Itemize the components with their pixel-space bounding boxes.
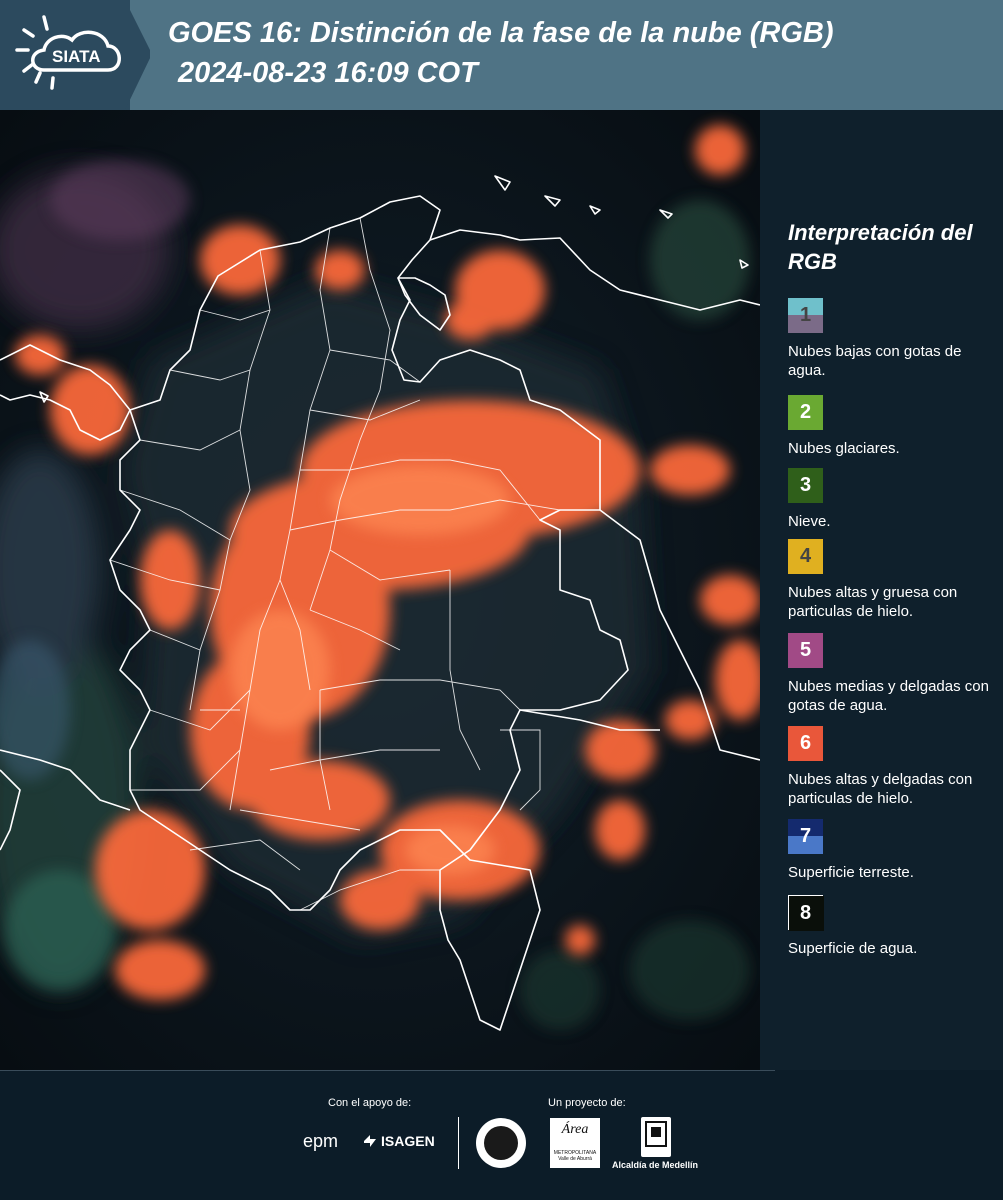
support-label: Con el apoyo de: [328, 1097, 412, 1109]
legend-number: 6 [799, 732, 812, 754]
legend-text: Nubes altas y delgadas con particulas de… [788, 771, 973, 807]
legend-item-6: 6 Nubes altas y delgadas con particulas … [788, 726, 1000, 808]
page-title: GOES 16: Distinción de la fase de la nub… [168, 17, 834, 49]
isagen-text: ISAGEN [381, 1133, 435, 1149]
legend-item-2: 2 Nubes glaciares. [788, 395, 1000, 458]
logo-text: SIATA [52, 47, 100, 66]
isagen-logo: ISAGEN [362, 1133, 435, 1149]
legend-number: 1 [799, 304, 812, 326]
legend-number: 5 [799, 639, 812, 661]
legend-item-3: 3 Nieve. [788, 468, 1000, 531]
isagen-icon [364, 1135, 376, 1147]
alcaldia-shield-icon [641, 1117, 671, 1157]
siata-logo: SIATA [0, 0, 150, 110]
legend-number: 3 [799, 474, 812, 496]
area-logo-text: Área [561, 1122, 589, 1137]
legend-text: Superficie terreste. [788, 864, 914, 881]
legend-text: Nieve. [788, 513, 831, 530]
legend-item-4: 4 Nubes altas y gruesa con particulas de… [788, 539, 1000, 621]
satellite-map[interactable] [0, 110, 760, 1070]
footer-separator [458, 1117, 459, 1169]
legend-number: 2 [799, 401, 812, 423]
legend-swatch-5: 5 [788, 633, 823, 668]
legend-text: Nubes medias y delgadas con gotas de agu… [788, 678, 989, 714]
legend-swatch-4: 4 [788, 539, 823, 574]
legend-text: Nubes glaciares. [788, 440, 900, 457]
page-datetime: 2024-08-23 16:09 COT [178, 57, 478, 89]
legend-number: 8 [799, 902, 812, 924]
university-seal-icon [476, 1118, 526, 1168]
area-logo-subtext: METROPOLITANA Valle de Aburrá [553, 1150, 597, 1162]
legend-number: 7 [799, 825, 812, 847]
footer: Con el apoyo de: Un proyecto de: epm ISA… [0, 1070, 1003, 1200]
legend-item-7: 7 Superficie terreste. [788, 819, 1000, 882]
legend-swatch-6: 6 [788, 726, 823, 761]
footer-divider-line [0, 1070, 775, 1071]
legend-title: Interpretación del RGB [788, 220, 973, 274]
legend-number: 4 [799, 545, 812, 567]
legend-text: Superficie de agua. [788, 940, 918, 957]
legend-panel: Interpretación del RGB 1 Nubes bajas con… [760, 110, 1003, 1070]
legend-item-8: 8 Superficie de agua. [788, 895, 1000, 958]
legend-item-5: 5 Nubes medias y delgadas con gotas de a… [788, 633, 1000, 715]
header: SIATA GOES 16: Distinción de la fase de … [0, 0, 1003, 110]
legend-swatch-1: 1 [788, 298, 823, 333]
legend-swatch-8: 8 [788, 895, 824, 931]
epm-logo: epm [303, 1131, 339, 1151]
legend-text: Nubes altas y gruesa con particulas de h… [788, 584, 958, 620]
legend-swatch-3: 3 [788, 468, 823, 503]
legend-swatch-2: 2 [788, 395, 823, 430]
legend-item-1: 1 Nubes bajas con gotas de agua. [788, 298, 1000, 380]
alcaldia-label: Alcaldía de Medellín [612, 1160, 699, 1170]
legend-swatch-7: 7 [788, 819, 823, 854]
legend-text: Nubes bajas con gotas de agua. [788, 343, 962, 379]
project-label: Un proyecto de: [548, 1097, 626, 1109]
